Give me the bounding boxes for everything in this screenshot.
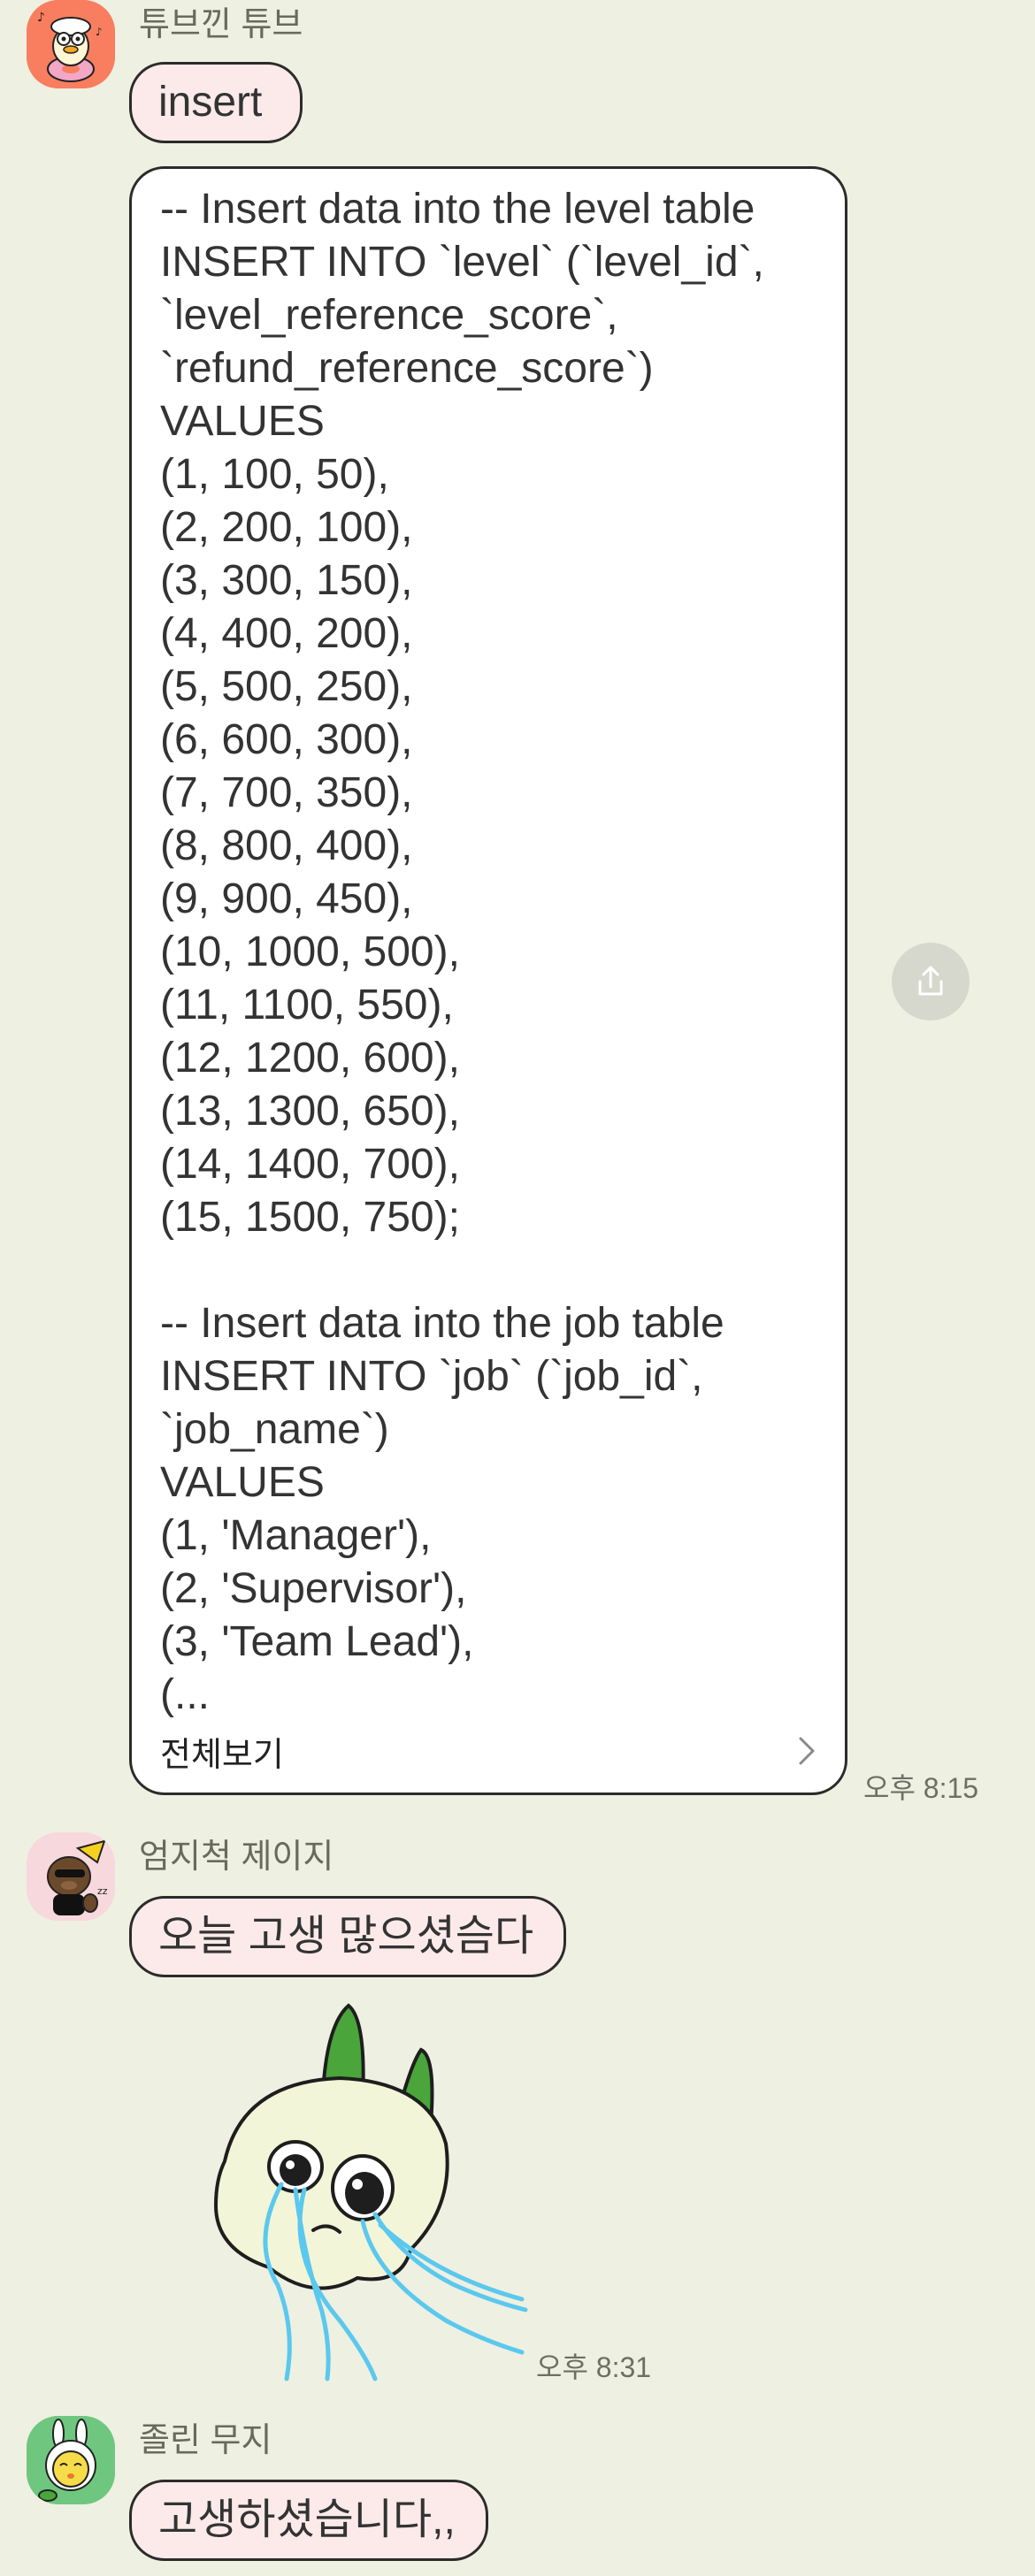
sender-name: 튜브낀 튜브	[139, 6, 303, 43]
tube-duck-avatar-icon: ♪ ♪	[27, 0, 115, 88]
sender-name: 졸린 무지	[139, 2422, 272, 2459]
message-bubble-insert[interactable]: insert	[129, 62, 303, 143]
sleepy-muzi-avatar-icon	[27, 2416, 115, 2504]
svg-text:♪: ♪	[37, 11, 45, 25]
crying-muzi-sticker-image	[213, 2003, 528, 2381]
message-bubble[interactable]: 오늘 고생 많으셨슴다	[129, 1896, 566, 1977]
view-all-button[interactable]: 전체보기	[160, 1729, 818, 1774]
long-message-text: -- Insert data into the level table INSE…	[160, 186, 764, 1718]
message-time: 오후 8:31	[536, 2351, 652, 2383]
long-message-bubble[interactable]: -- Insert data into the level table INSE…	[129, 166, 847, 1795]
crying-muzi-sticker[interactable]	[189, 1993, 534, 2382]
svg-text:zz: zz	[97, 1885, 108, 1897]
message-text: 오늘 고생 많으셨슴다	[158, 1913, 534, 1960]
chevron-right-icon	[799, 1737, 815, 1765]
message-bubble[interactable]: 고생하셨습니다,,	[129, 2480, 488, 2561]
share-icon	[918, 966, 943, 996]
sender-name: 엄지척 제이지	[139, 1838, 334, 1876]
svg-text:♪: ♪	[96, 26, 103, 38]
share-button[interactable]	[892, 943, 970, 1020]
view-all-label: 전체보기	[160, 1736, 284, 1774]
sender-avatar-muzi[interactable]	[27, 2416, 115, 2504]
thumbs-up-jay-g-avatar-icon: zz	[27, 1832, 115, 1921]
message-time: 오후 8:15	[863, 1772, 979, 1804]
message-text: 고생하셨습니다,,	[158, 2496, 456, 2543]
sender-avatar-jay-g[interactable]: zz	[27, 1832, 115, 1921]
sender-avatar-tube[interactable]: ♪ ♪	[27, 0, 115, 88]
message-text: insert	[158, 79, 263, 126]
